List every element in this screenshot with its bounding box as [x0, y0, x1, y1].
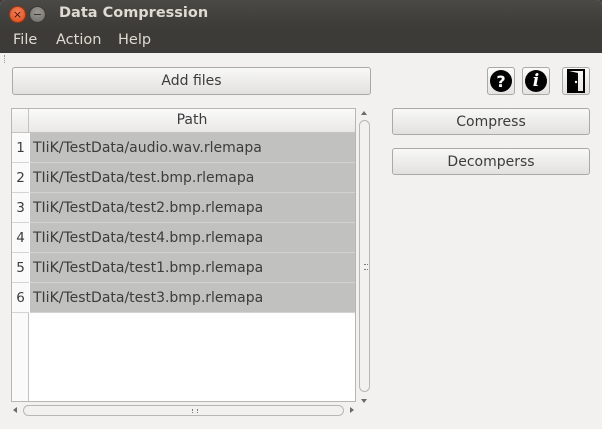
row-number[interactable]: 5 — [12, 253, 29, 283]
table-row[interactable]: 1 TIiK/TestData/audio.wav.rlemapa — [12, 133, 355, 163]
row-number[interactable]: 4 — [12, 223, 29, 253]
path-cell[interactable]: TIiK/TestData/test4.bmp.rlemapa — [30, 223, 355, 253]
file-table[interactable]: Path 1 TIiK/TestData/audio.wav.rlemapa 2… — [11, 108, 356, 402]
scroll-grip-icon — [364, 264, 368, 270]
menu-file[interactable]: File — [13, 32, 37, 48]
column-header-path[interactable]: Path — [29, 112, 355, 128]
decompress-button[interactable]: Decomperss — [392, 148, 590, 175]
table-row[interactable]: 6 TIiK/TestData/test3.bmp.rlemapa — [12, 283, 355, 313]
table-row[interactable]: 3 TIiK/TestData/test2.bmp.rlemapa — [12, 193, 355, 223]
vertical-scroll-thumb[interactable] — [359, 120, 370, 392]
path-cell[interactable]: TIiK/TestData/test3.bmp.rlemapa — [30, 283, 355, 313]
menu-action[interactable]: Action — [56, 32, 101, 48]
table-header: Path — [12, 109, 355, 133]
scroll-left-arrow-icon[interactable] — [13, 407, 17, 413]
menu-help[interactable]: Help — [118, 32, 151, 48]
title-bar: × − Data Compression — [0, 0, 602, 28]
window-title: Data Compression — [59, 5, 209, 21]
add-files-button[interactable]: Add files — [12, 67, 371, 95]
exit-door-icon — [567, 69, 585, 93]
menu-bar: File Action Help — [0, 28, 602, 53]
row-number[interactable]: 1 — [12, 133, 29, 163]
scroll-up-arrow-icon[interactable] — [361, 111, 367, 115]
table-row[interactable]: 5 TIiK/TestData/test1.bmp.rlemapa — [12, 253, 355, 283]
close-window-icon[interactable]: × — [9, 6, 26, 23]
vertical-scrollbar[interactable] — [358, 108, 371, 404]
row-number[interactable]: 3 — [12, 193, 29, 223]
compress-button[interactable]: Compress — [392, 108, 590, 135]
minimize-window-icon[interactable]: − — [29, 6, 46, 23]
horizontal-scroll-thumb[interactable] — [23, 405, 344, 416]
path-cell[interactable]: TIiK/TestData/test.bmp.rlemapa — [30, 163, 355, 193]
path-cell[interactable]: TIiK/TestData/test2.bmp.rlemapa — [30, 193, 355, 223]
horizontal-scrollbar[interactable] — [11, 404, 356, 417]
table-corner-button[interactable] — [12, 109, 29, 133]
app-window: × − Data Compression File Action Help Ad… — [0, 0, 602, 429]
toolbar-grip-icon[interactable] — [4, 55, 7, 63]
scroll-grip-icon — [192, 409, 198, 413]
path-cell[interactable]: TIiK/TestData/test1.bmp.rlemapa — [30, 253, 355, 283]
row-number[interactable]: 6 — [12, 283, 29, 313]
about-button[interactable]: i — [522, 67, 550, 95]
exit-button[interactable] — [562, 67, 590, 95]
info-icon: i — [525, 70, 547, 92]
table-row[interactable]: 2 TIiK/TestData/test.bmp.rlemapa — [12, 163, 355, 193]
scroll-down-arrow-icon[interactable] — [361, 399, 367, 403]
help-button[interactable]: ? — [487, 67, 515, 95]
question-mark-icon: ? — [490, 70, 512, 92]
path-cell[interactable]: TIiK/TestData/audio.wav.rlemapa — [30, 133, 355, 163]
row-number[interactable]: 2 — [12, 163, 29, 193]
scroll-right-arrow-icon[interactable] — [350, 407, 354, 413]
table-row[interactable]: 4 TIiK/TestData/test4.bmp.rlemapa — [12, 223, 355, 253]
